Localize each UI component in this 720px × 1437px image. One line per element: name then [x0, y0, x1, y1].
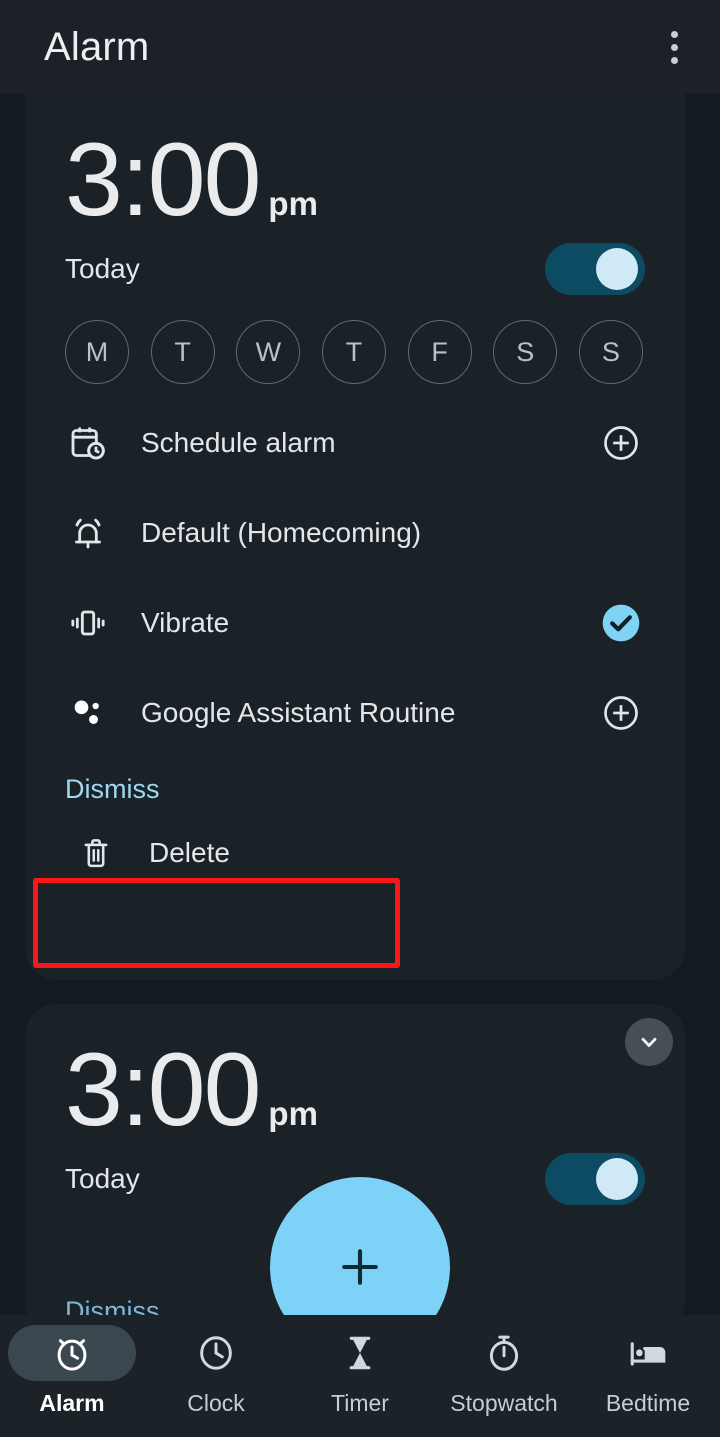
alarm-time-ampm: pm: [268, 185, 318, 222]
alarm-card-expanded[interactable]: 3:00 pm Today M T W T F S S Schedule ala…: [25, 94, 685, 980]
day-toggle-tuesday[interactable]: T: [150, 320, 215, 384]
more-vert-icon[interactable]: [654, 23, 694, 71]
alarm-time[interactable]: 3:00 pm: [65, 94, 645, 232]
plus-icon: [342, 1249, 378, 1285]
nav-label-bedtime: Bedtime: [605, 1390, 691, 1416]
nav-item-bedtime[interactable]: Bedtime: [576, 1325, 720, 1417]
bell-ring-icon: [65, 513, 111, 553]
nav-label-alarm: Alarm: [39, 1390, 105, 1416]
option-label-schedule-alarm: Schedule alarm: [141, 427, 336, 458]
delete-button[interactable]: Delete: [65, 811, 645, 895]
hourglass-icon: [296, 1325, 424, 1381]
alarm-time-ampm-collapsed: pm: [268, 1095, 318, 1132]
app-bar: Alarm: [0, 0, 720, 94]
nav-item-stopwatch[interactable]: Stopwatch: [432, 1325, 576, 1417]
alarm-time-value-collapsed: 3:00: [65, 1032, 261, 1148]
nav-item-clock[interactable]: Clock: [144, 1325, 288, 1417]
alarm-day-label-collapsed: Today: [65, 1163, 140, 1194]
vibrate-icon: [65, 603, 111, 643]
check-circle-filled-icon-vibrate[interactable]: [597, 599, 645, 647]
toggle-knob: [596, 1158, 638, 1200]
dismiss-link[interactable]: Dismiss: [65, 758, 160, 811]
alarm-day-label: Today: [65, 253, 140, 284]
alarm-enabled-toggle-collapsed[interactable]: [545, 1153, 645, 1205]
day-toggle-wednesday[interactable]: W: [236, 320, 301, 384]
calendar-clock-icon: [65, 423, 111, 463]
nav-label-stopwatch: Stopwatch: [450, 1390, 558, 1416]
bed-icon: [584, 1325, 712, 1381]
day-toggle-friday[interactable]: F: [407, 320, 472, 384]
alarm-enabled-toggle[interactable]: [545, 243, 645, 295]
chevron-down-icon[interactable]: [625, 1018, 673, 1066]
toggle-knob: [596, 248, 638, 290]
alarm-day-row: Today: [65, 232, 645, 306]
kebab-dot: [670, 43, 678, 51]
kebab-dot: [670, 30, 678, 38]
bottom-navigation[interactable]: Alarm Clock Timer Stopwatch Bedtime: [0, 1315, 720, 1437]
nav-item-timer[interactable]: Timer: [288, 1325, 432, 1417]
kebab-dot: [670, 56, 678, 64]
plus-circle-outline-icon-schedule[interactable]: [597, 419, 645, 467]
alarm-list[interactable]: 3:00 pm Today M T W T F S S Schedule ala…: [0, 94, 720, 1315]
option-label-ringtone: Default (Homecoming): [141, 517, 422, 548]
option-row-google-assistant-routine[interactable]: Google Assistant Routine: [65, 668, 645, 758]
alarm-clock-icon: [8, 1325, 136, 1381]
page-title: Alarm: [44, 24, 150, 69]
nav-label-clock: Clock: [187, 1390, 245, 1416]
google-assistant-icon: [65, 693, 111, 733]
alarm-time-value: 3:00: [65, 122, 261, 238]
day-toggle-monday[interactable]: M: [65, 320, 129, 384]
option-row-schedule-alarm[interactable]: Schedule alarm: [65, 398, 645, 488]
option-label-google-assistant-routine: Google Assistant Routine: [141, 697, 456, 728]
trash-icon: [73, 835, 119, 871]
option-row-ringtone[interactable]: Default (Homecoming): [65, 488, 645, 578]
weekday-selector[interactable]: M T W T F S S: [65, 320, 645, 384]
delete-label: Delete: [149, 837, 230, 868]
dismiss-link-collapsed[interactable]: Dismiss: [65, 1296, 160, 1315]
nav-item-alarm[interactable]: Alarm: [0, 1325, 144, 1417]
day-toggle-sunday[interactable]: S: [578, 320, 643, 384]
stopwatch-icon: [440, 1325, 568, 1381]
day-toggle-thursday[interactable]: T: [321, 320, 386, 384]
option-row-vibrate[interactable]: Vibrate: [65, 578, 645, 668]
clock-icon: [152, 1325, 280, 1381]
plus-circle-outline-icon-assistant[interactable]: [597, 689, 645, 737]
alarm-time-collapsed[interactable]: 3:00 pm: [65, 1004, 645, 1142]
ringtone-trailing-empty: [597, 509, 645, 557]
option-label-vibrate: Vibrate: [141, 607, 230, 638]
nav-label-timer: Timer: [331, 1390, 389, 1416]
day-toggle-saturday[interactable]: S: [493, 320, 558, 384]
